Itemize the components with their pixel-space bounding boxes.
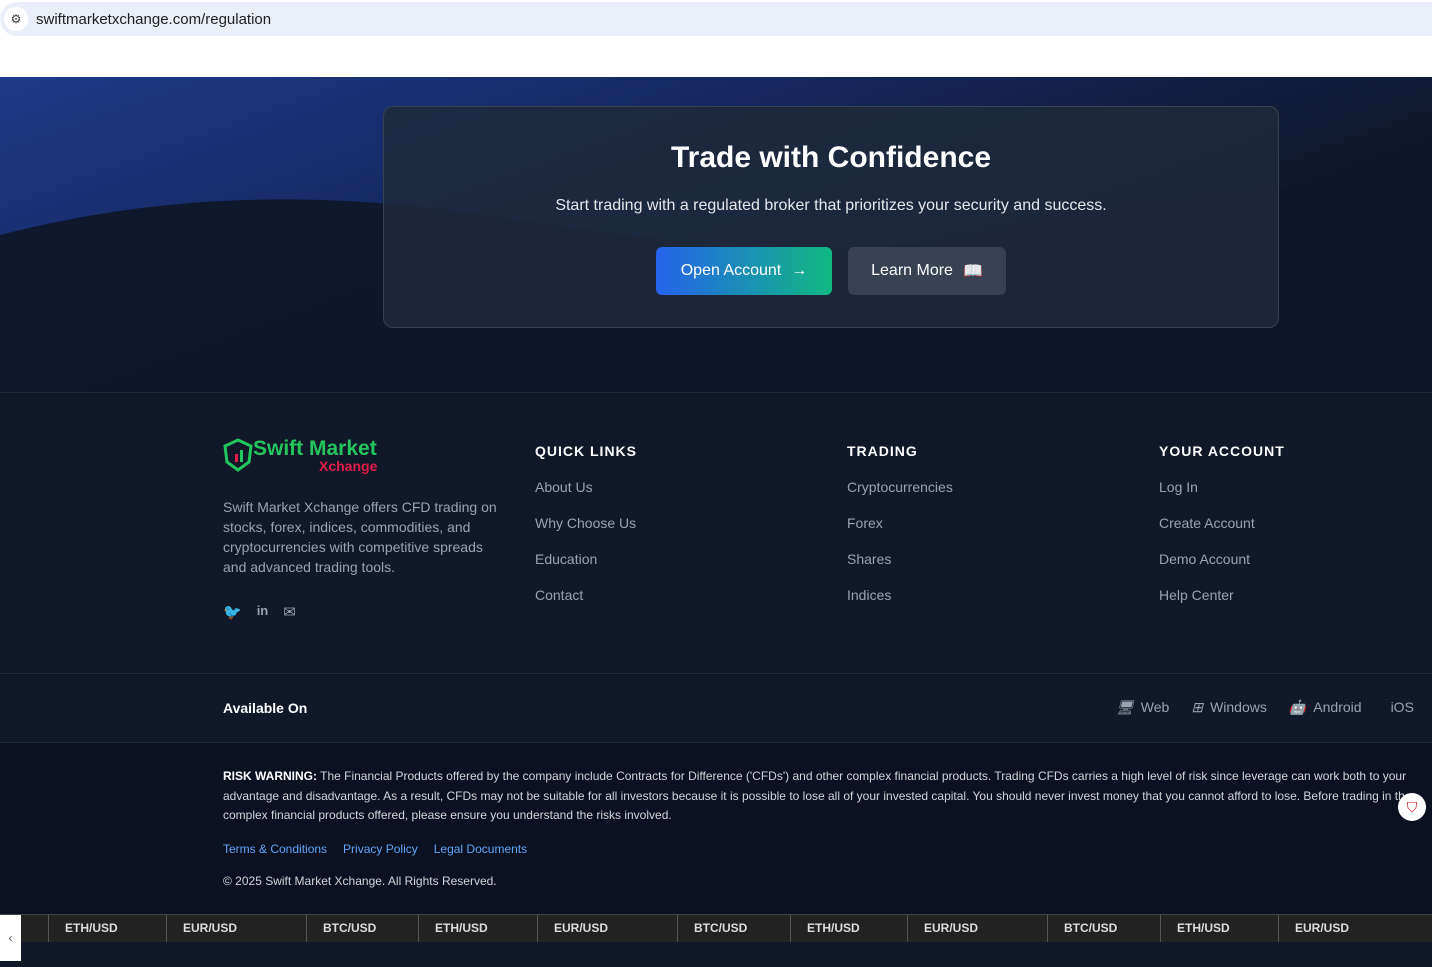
brand-description: Swift Market Xchange offers CFD trading … — [223, 499, 497, 575]
column-title: QUICK LINKS — [535, 443, 637, 459]
link-demo-account[interactable]: Demo Account — [1159, 551, 1285, 587]
trading-column: TRADING Cryptocurrencies Forex Shares In… — [847, 443, 953, 623]
price-ticker: ETH/USD EUR/USD BTC/USD ETH/USD EUR/USD … — [0, 914, 1432, 942]
twitter-icon[interactable]: 🐦 — [223, 603, 242, 621]
ticker-item[interactable]: ETH/USD — [418, 915, 537, 942]
open-account-button[interactable]: Open Account → — [656, 247, 832, 295]
link-why-choose-us[interactable]: Why Choose Us — [535, 515, 637, 551]
open-account-label: Open Account — [680, 262, 782, 279]
cta-card: Trade with Confidence Start trading with… — [383, 106, 1279, 328]
platform-android[interactable]: 🤖 Android — [1289, 699, 1362, 716]
address-bar[interactable]: ⚙ swiftmarketxchange.com/regulation — [0, 2, 1432, 36]
column-title: TRADING — [847, 443, 918, 459]
brand-logo[interactable]: Swift Market Xchange — [223, 437, 378, 474]
link-log-in[interactable]: Log In — [1159, 479, 1285, 515]
platform-windows[interactable]: ⊞ Windows — [1191, 699, 1267, 716]
cta-subtitle: Start trading with a regulated broker th… — [555, 197, 1107, 214]
learn-more-button[interactable]: Learn More 📖 — [848, 247, 1006, 295]
floating-shield-badge-icon[interactable]: ⛉ — [1398, 793, 1426, 821]
learn-more-label: Learn More — [871, 262, 953, 279]
ticker-item[interactable]: ETH/USD — [1160, 915, 1278, 942]
logo-text-bottom: Xchange — [319, 458, 378, 474]
ticker-item[interactable]: EUR/USD — [166, 915, 306, 942]
linkedin-icon[interactable]: in — [257, 603, 269, 621]
link-indices[interactable]: Indices — [847, 587, 953, 623]
platform-label: Web — [1140, 699, 1170, 715]
url-text[interactable]: swiftmarketxchange.com/regulation — [36, 11, 271, 28]
column-title: YOUR ACCOUNT — [1159, 443, 1285, 459]
email-icon[interactable]: ✉ — [283, 603, 296, 621]
android-icon: 🤖 — [1288, 699, 1307, 715]
platform-label: Android — [1313, 699, 1362, 715]
ticker-item[interactable]: BTC/USD — [306, 915, 418, 942]
link-about-us[interactable]: About Us — [535, 479, 637, 515]
link-education[interactable]: Education — [535, 551, 637, 587]
risk-label: RISK WARNING: — [223, 769, 317, 783]
platform-label: iOS — [1390, 699, 1414, 715]
ticker-item[interactable]: BTC/USD — [1047, 915, 1160, 942]
account-column: YOUR ACCOUNT Log In Create Account Demo … — [1159, 443, 1285, 623]
link-forex[interactable]: Forex — [847, 515, 953, 551]
risk-text: The Financial Products offered by the co… — [223, 769, 1412, 822]
platform-ios[interactable]: iOS — [1384, 699, 1414, 716]
logo-text-top: Swift Market — [253, 437, 377, 460]
quick-links-column: QUICK LINKS About Us Why Choose Us Educa… — [535, 443, 637, 623]
platform-label: Windows — [1210, 699, 1267, 715]
link-create-account[interactable]: Create Account — [1159, 515, 1285, 551]
book-icon: 📖 — [962, 263, 983, 280]
shield-logo-icon — [223, 438, 253, 472]
ticker-item[interactable]: BTC/USD — [677, 915, 790, 942]
privacy-link[interactable]: Privacy Policy — [343, 842, 418, 856]
cta-title: Trade with Confidence — [670, 141, 992, 174]
link-contact[interactable]: Contact — [535, 587, 637, 623]
ticker-item[interactable]: EUR/USD — [1278, 915, 1418, 942]
social-links: 🐦 in ✉ — [223, 603, 296, 621]
link-shares[interactable]: Shares — [847, 551, 953, 587]
browser-bar: ⚙ swiftmarketxchange.com/regulation — [0, 0, 1432, 77]
windows-icon: ⊞ — [1191, 699, 1204, 715]
link-help-center[interactable]: Help Center — [1159, 587, 1285, 623]
ticker-item[interactable]: EUR/USD — [537, 915, 677, 942]
ticker-item[interactable]: ETH/USD — [48, 915, 166, 942]
cta-section: Trade with Confidence Start trading with… — [0, 77, 1432, 393]
risk-warning: RISK WARNING: The Financial Products off… — [223, 767, 1423, 826]
available-on-bar: Available On 🖥 Web ⊞ Windows 🤖 Android iOS — [0, 674, 1432, 743]
link-cryptocurrencies[interactable]: Cryptocurrencies — [847, 479, 953, 515]
copyright: © 2025 Swift Market Xchange. All Rights … — [223, 874, 497, 888]
page-bottom — [0, 942, 1432, 967]
platform-web[interactable]: 🖥 Web — [1116, 699, 1169, 716]
arrow-right-icon: → — [791, 262, 808, 279]
terms-link[interactable]: Terms & Conditions — [223, 842, 327, 856]
tune-icon[interactable]: ⚙ — [4, 7, 28, 31]
scroll-toggle-chevron-icon[interactable]: ‹ — [0, 915, 21, 961]
ticker-item[interactable]: EUR/USD — [907, 915, 1047, 942]
available-on-label: Available On — [223, 700, 308, 716]
legal-section: RISK WARNING: The Financial Products off… — [0, 743, 1432, 914]
legal-documents-link[interactable]: Legal Documents — [434, 842, 527, 856]
monitor-icon: 🖥 — [1116, 699, 1134, 715]
ticker-item[interactable]: ETH/USD — [790, 915, 907, 942]
